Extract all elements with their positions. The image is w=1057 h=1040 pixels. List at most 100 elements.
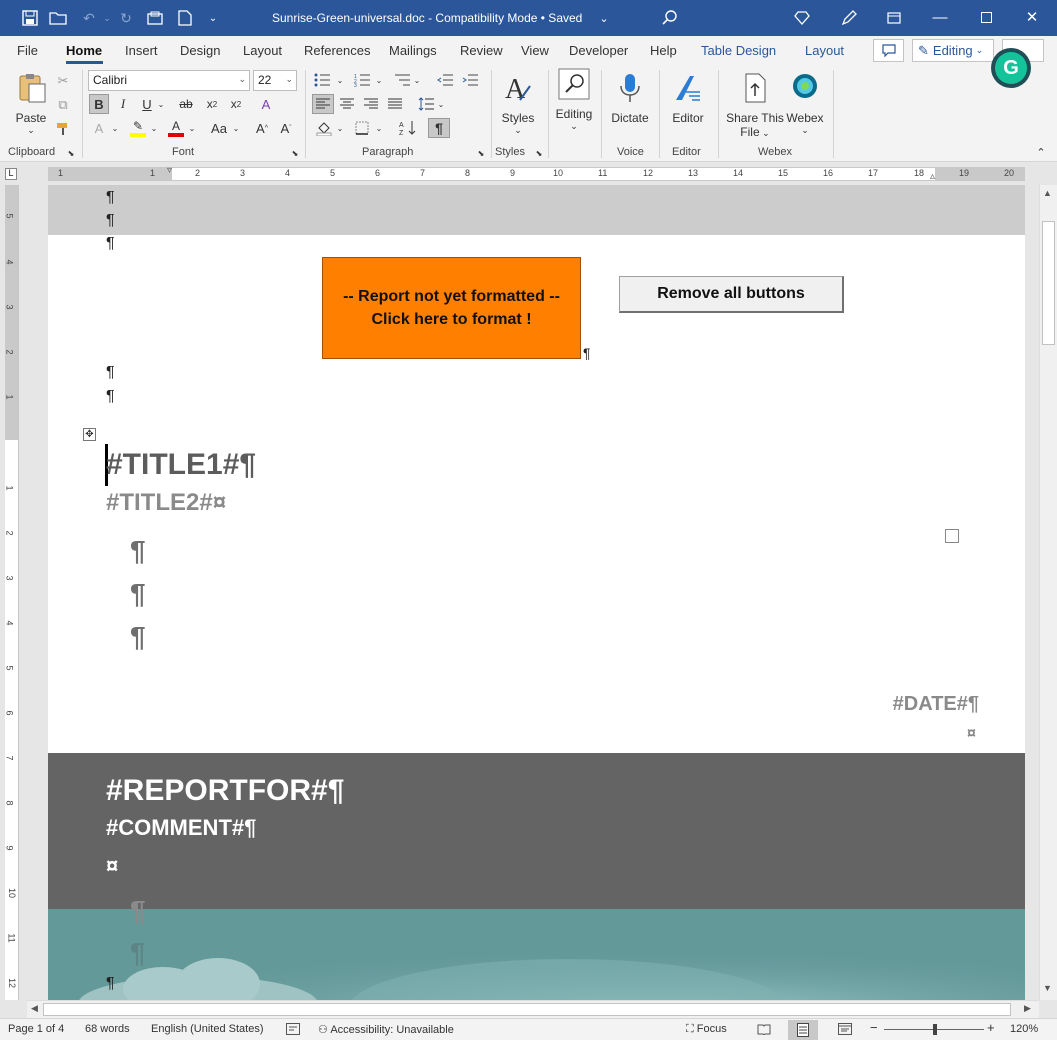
clipboard-launcher-icon[interactable]: ⬊: [66, 148, 76, 158]
open-folder-icon[interactable]: [49, 9, 67, 27]
customize-toolbar-icon[interactable]: ⌄: [204, 9, 222, 27]
font-size-combo[interactable]: 22 ⌄: [253, 70, 297, 91]
maximize-button[interactable]: [963, 0, 1009, 34]
sort-icon[interactable]: AZ: [397, 118, 419, 138]
line-spacing-dropdown-icon[interactable]: ⌄: [436, 94, 446, 114]
table-move-handle-icon[interactable]: ✥: [83, 428, 96, 441]
editing-button[interactable]: Editing ⌄: [552, 68, 596, 132]
vertical-scroll-thumb[interactable]: [1042, 221, 1055, 345]
justify-button[interactable]: [385, 94, 405, 114]
page-count[interactable]: Page 1 of 4: [8, 1023, 64, 1035]
undo-icon[interactable]: ↶: [80, 9, 98, 27]
word-count[interactable]: 68 words: [85, 1023, 130, 1035]
change-case-dropdown-icon[interactable]: ⌄: [231, 118, 241, 138]
borders-icon[interactable]: [352, 118, 372, 138]
pen-icon[interactable]: [840, 9, 858, 27]
title1-placeholder[interactable]: #TITLE1#¶: [106, 448, 256, 482]
date-placeholder[interactable]: #DATE#¶: [893, 693, 979, 716]
webex-button[interactable]: Webex ⌄: [784, 72, 826, 136]
tab-mailings[interactable]: Mailings: [389, 43, 437, 58]
tab-references[interactable]: References: [304, 43, 370, 58]
font-name-combo[interactable]: Calibri ⌄: [88, 70, 250, 91]
format-painter-icon[interactable]: [54, 120, 72, 138]
zoom-level[interactable]: 120%: [1010, 1023, 1038, 1035]
horizontal-scrollbar[interactable]: ◀ ▶: [27, 1000, 1039, 1018]
borders-dropdown-icon[interactable]: ⌄: [374, 118, 384, 138]
ribbon-display-icon[interactable]: [885, 9, 903, 27]
title-chevron-icon[interactable]: ⌄: [595, 9, 613, 27]
bullets-icon[interactable]: [312, 70, 332, 90]
font-color-dropdown-icon[interactable]: ⌄: [187, 118, 197, 138]
shrink-font-button[interactable]: Aˇ: [276, 118, 296, 138]
italic-button[interactable]: I: [114, 94, 132, 114]
tab-layout[interactable]: Layout: [243, 43, 282, 58]
share-file-button[interactable]: Share This File ⌄: [724, 72, 786, 139]
tab-table-layout[interactable]: Layout: [805, 43, 844, 58]
tab-insert[interactable]: Insert: [125, 43, 158, 58]
remove-all-buttons-button[interactable]: Remove all buttons: [619, 276, 844, 313]
document-icon[interactable]: [176, 9, 194, 27]
grow-font-button[interactable]: A ^: [252, 118, 272, 138]
horizontal-scroll-thumb[interactable]: [43, 1003, 1011, 1016]
superscript-button[interactable]: x2: [226, 94, 246, 114]
zoom-slider-thumb[interactable]: [933, 1024, 937, 1035]
language-status[interactable]: English (United States): [151, 1023, 264, 1035]
text-effects-icon[interactable]: A: [89, 118, 109, 138]
bold-button[interactable]: B: [89, 94, 109, 114]
tab-file[interactable]: File: [17, 43, 38, 58]
format-report-button[interactable]: -- Report not yet formatted -- Click here…: [322, 257, 581, 359]
paragraph-launcher-icon[interactable]: ⬊: [476, 148, 486, 158]
increase-indent-icon[interactable]: [460, 70, 480, 90]
tab-developer[interactable]: Developer: [569, 43, 628, 58]
tab-design[interactable]: Design: [180, 43, 220, 58]
comments-button[interactable]: [873, 39, 904, 62]
document-title[interactable]: Sunrise-Green-universal.doc - Compatibil…: [272, 11, 582, 25]
tab-view[interactable]: View: [521, 43, 549, 58]
scroll-right-icon[interactable]: ▶: [1024, 1003, 1031, 1014]
numbering-icon[interactable]: 123: [352, 70, 372, 90]
indent-marker-icon[interactable]: ▿: [167, 165, 172, 176]
show-formatting-button[interactable]: ¶: [428, 118, 450, 138]
numbering-dropdown-icon[interactable]: ⌄: [374, 70, 384, 90]
scroll-down-icon[interactable]: ▼: [1043, 983, 1052, 993]
change-case-button[interactable]: Aa: [206, 118, 232, 138]
ruler-strip[interactable]: 1 1 2 3 4 5 6 7 8 9 10 11 12 13 14 15 16…: [48, 165, 1025, 182]
tab-table-design[interactable]: Table Design: [701, 43, 776, 58]
save-icon[interactable]: [21, 9, 39, 27]
tab-help[interactable]: Help: [650, 43, 677, 58]
zoom-in-button[interactable]: +: [987, 1020, 995, 1035]
multilevel-dropdown-icon[interactable]: ⌄: [412, 70, 422, 90]
print-layout-button[interactable]: [788, 1020, 818, 1040]
underline-dropdown-icon[interactable]: ⌄: [156, 94, 166, 114]
highlight-dropdown-icon[interactable]: ⌄: [149, 118, 159, 138]
grammarly-button[interactable]: G: [991, 48, 1031, 88]
styles-button[interactable]: A Styles ⌄: [498, 72, 538, 136]
document-page[interactable]: ¶ ¶ ¶ -- Report not yet formatted -- Clic…: [48, 185, 1025, 1000]
line-spacing-icon[interactable]: [416, 94, 436, 114]
subscript-button[interactable]: x2: [202, 94, 222, 114]
font-color-button[interactable]: A: [166, 118, 186, 138]
horizontal-ruler[interactable]: L 1 1 2 3 4 5 6 7 8 9 10 11 12 13 14 15 …: [0, 163, 1057, 185]
highlight-color-button[interactable]: ✎: [128, 118, 148, 138]
font-launcher-icon[interactable]: ⬊: [290, 148, 300, 158]
bullets-dropdown-icon[interactable]: ⌄: [335, 70, 345, 90]
tab-review[interactable]: Review: [460, 43, 503, 58]
copy-icon[interactable]: ⧉: [54, 96, 72, 114]
reportfor-placeholder[interactable]: #REPORTFOR#¶: [106, 774, 344, 808]
focus-mode-button[interactable]: ⛶ Focus: [686, 1023, 727, 1036]
editor-button[interactable]: Editor: [666, 72, 710, 125]
decrease-indent-icon[interactable]: [435, 70, 455, 90]
close-button[interactable]: ✕: [1009, 0, 1055, 34]
title2-placeholder[interactable]: #TITLE2#¤: [106, 489, 226, 517]
editing-mode-dropdown[interactable]: ✎ Editing ⌄: [912, 39, 994, 62]
macro-record-icon[interactable]: [286, 1023, 300, 1038]
scroll-up-icon[interactable]: ▲: [1043, 188, 1052, 198]
read-mode-icon[interactable]: [757, 1023, 771, 1038]
web-layout-icon[interactable]: [838, 1023, 852, 1038]
cut-icon[interactable]: ✂: [54, 72, 72, 90]
tab-home[interactable]: Home: [66, 43, 102, 58]
styles-launcher-icon[interactable]: ⬊: [534, 148, 544, 158]
align-center-button[interactable]: [337, 94, 357, 114]
print-preview-icon[interactable]: [146, 9, 164, 27]
minimize-button[interactable]: —: [917, 0, 963, 34]
